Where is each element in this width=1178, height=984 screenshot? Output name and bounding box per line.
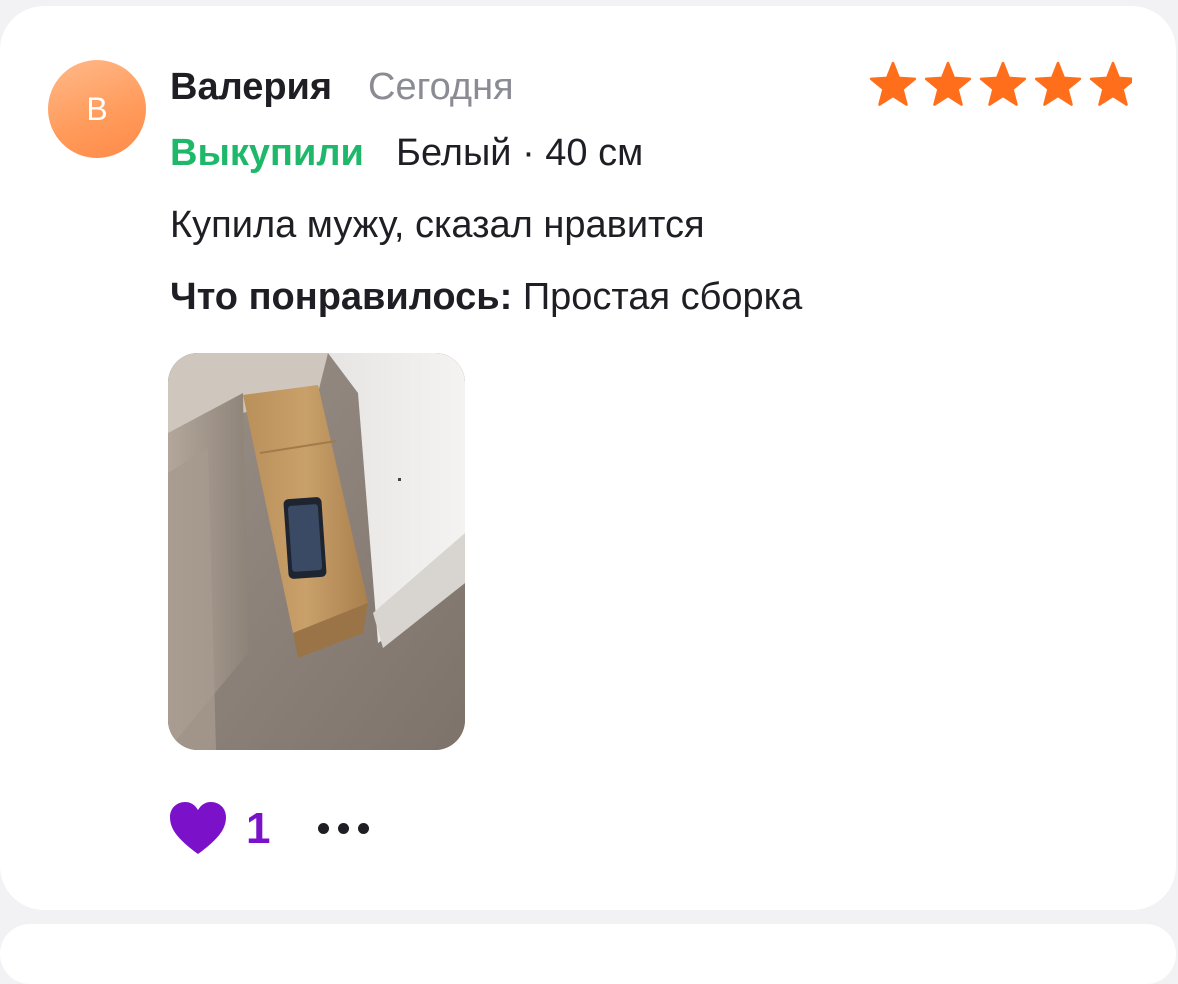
star-icon [1089,61,1132,106]
star-rating [869,61,1132,106]
more-dot [318,822,329,834]
avatar-letter: В [86,90,108,127]
star-icon [1034,61,1082,106]
more-dots-icon[interactable] [318,812,378,844]
star-icon [924,61,972,106]
product-variant: Белый · 40 см [396,132,644,174]
heart-icon[interactable] [170,802,226,856]
avatar: В [48,60,146,158]
star-icon [869,61,917,106]
review-photo-image [168,353,465,750]
review-photo[interactable] [168,353,465,750]
next-review-card [0,924,1176,984]
liked-row: Что понравилось: Простая сборка [170,274,802,320]
liked-value: Простая сборка [522,276,803,318]
review-text: Купила мужу, сказал нравится [170,204,705,246]
purchase-status: Выкупили [170,132,364,174]
review-card: В Валерия Сегодня Выкупили Белый · 40 см… [0,6,1176,910]
review-date: Сегодня [368,66,514,108]
more-dot [338,822,349,834]
review-author[interactable]: Валерия [170,64,332,110]
liked-label: Что понравилось: [170,276,513,318]
star-icon [979,61,1027,106]
more-dot [358,822,369,834]
like-count: 1 [246,804,271,853]
